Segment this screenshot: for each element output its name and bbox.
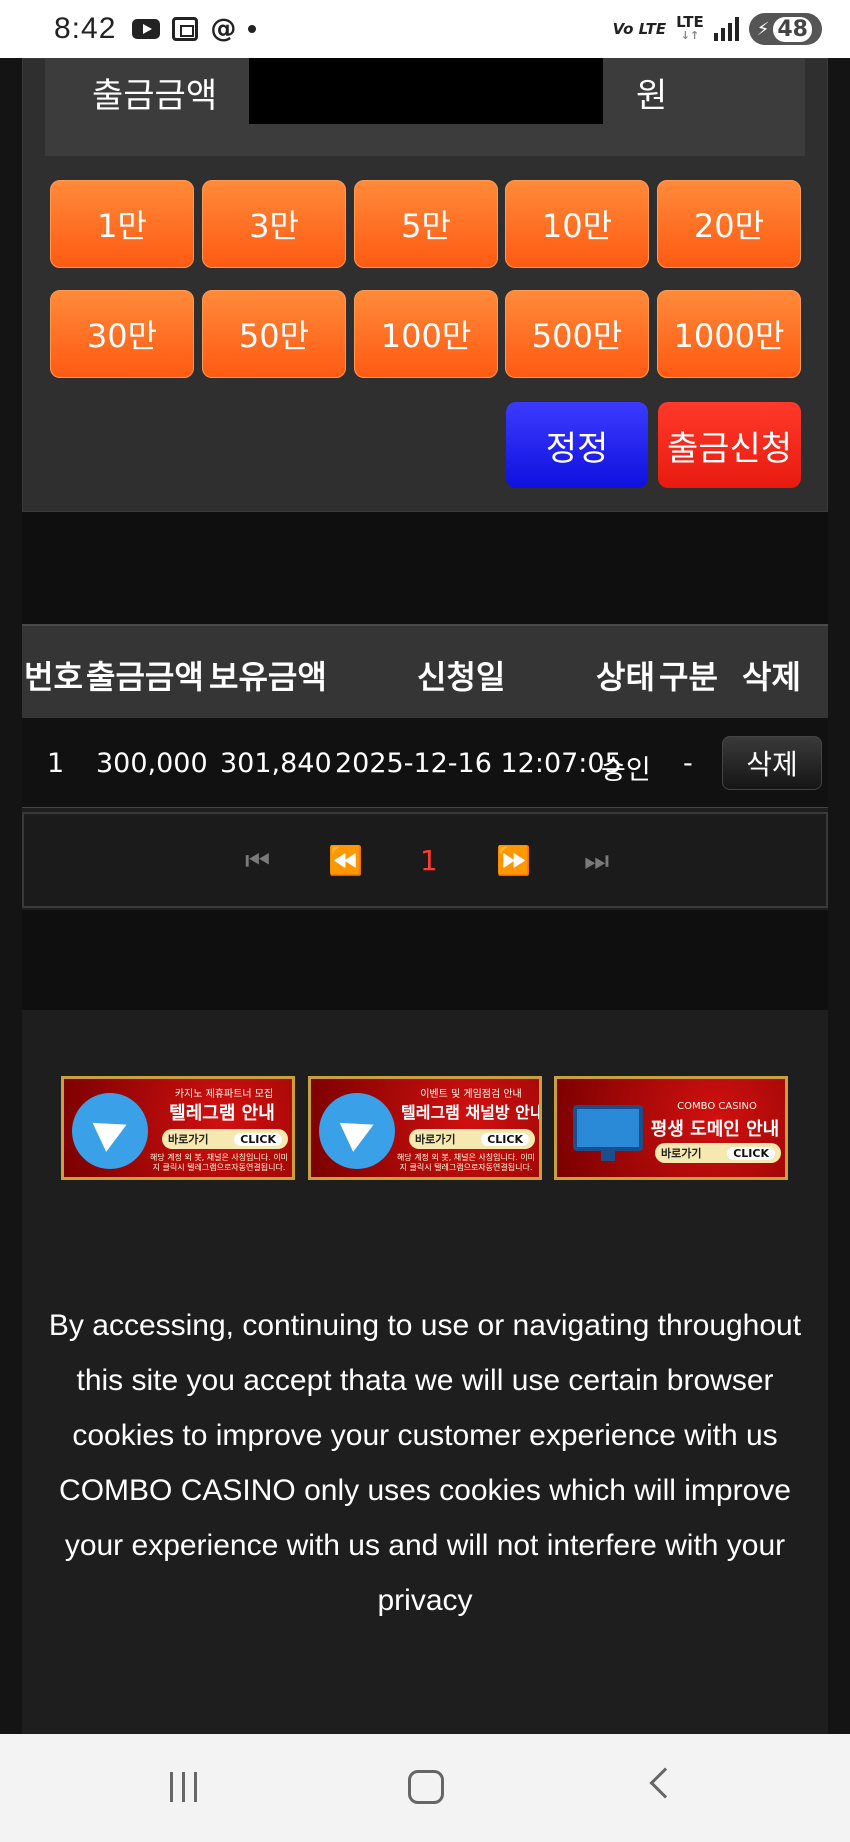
status-system-icons: Vo LTE LTE ↓↑ ⚡ 48 [613, 13, 822, 45]
amount-label: 출금금액 [92, 76, 218, 116]
cell-date: 2025-12-16 12:07:05 [335, 748, 622, 779]
status-bar: 8:42 @ Vo LTE LTE ↓↑ ⚡ 48 [0, 0, 850, 58]
screenshot-icon [172, 17, 199, 41]
cell-status: 승인 [601, 755, 651, 786]
cell-type: - [683, 748, 693, 779]
status-notification-icons: @ [132, 14, 257, 44]
chip-10m-button[interactable]: 1000만 [657, 290, 801, 378]
chip-50k-button[interactable]: 5만 [354, 180, 498, 268]
threads-icon: @ [210, 14, 237, 44]
left-margin [0, 58, 22, 1734]
banner-title: 평생 도메인 안내 [650, 1119, 780, 1140]
dot-icon [248, 25, 257, 33]
domain-banner[interactable]: COMBO CASINO 평생 도메인 안내 바로가기 CLICK [554, 1076, 788, 1180]
youtube-icon [132, 19, 161, 39]
monitor-icon [573, 1105, 643, 1161]
banner-top-text: 이벤트 및 게임점검 안내 [420, 1089, 522, 1100]
banner-go-button: 바로가기 CLICK [655, 1143, 781, 1163]
cell-balance: 301,840 [220, 748, 332, 779]
telegram-partner-banner[interactable]: 카지노 제휴파트너 모집 텔레그램 안내 바로가기 CLICK 해당 계정 외 봇… [61, 1076, 295, 1180]
spacer [22, 910, 828, 1010]
recent-apps-icon[interactable] [170, 1772, 197, 1802]
telegram-icon [72, 1093, 148, 1169]
col-header-date: 신청일 [417, 658, 506, 696]
last-page-icon[interactable]: ⏭ [584, 844, 609, 878]
page-current[interactable]: 1 [420, 844, 438, 877]
banner-go-button: 바로가기 CLICK [409, 1129, 535, 1149]
first-page-icon[interactable]: ⏮ [245, 844, 270, 878]
chip-5m-button[interactable]: 500만 [505, 290, 649, 378]
battery-level: 48 [773, 16, 812, 42]
right-margin [828, 58, 850, 1734]
col-header-no: 번호 [24, 658, 83, 696]
charging-icon: ⚡ [756, 18, 770, 40]
amount-unit: 원 [636, 76, 668, 116]
withdraw-apply-button[interactable]: 출금신청 [658, 402, 801, 488]
telegram-channel-banner[interactable]: 이벤트 및 게임점검 안내 텔레그램 채널방 안내 바로가기 CLICK 해당 계… [308, 1076, 542, 1180]
banner-title: 텔레그램 채널방 안내 [401, 1103, 542, 1122]
next-page-icon[interactable]: ⏩ [496, 844, 531, 877]
chip-1m-button[interactable]: 100만 [354, 290, 498, 378]
col-header-status: 상태 [596, 658, 655, 696]
volte-indicator: Vo LTE [612, 20, 667, 38]
prev-page-icon[interactable]: ⏪ [328, 844, 363, 877]
chip-10k-button[interactable]: 1만 [50, 180, 194, 268]
col-header-amount: 출금금액 [86, 658, 204, 696]
cell-amount: 300,000 [96, 748, 208, 779]
banner-top-text: COMBO CASINO [677, 1101, 757, 1112]
battery-icon: ⚡ 48 [748, 13, 822, 45]
banner-top-text: 카지노 제휴파트너 모집 [174, 1089, 274, 1100]
col-header-delete: 삭제 [742, 658, 801, 696]
cell-no: 1 [47, 748, 65, 779]
chip-300k-button[interactable]: 30만 [50, 290, 194, 378]
banner-bottom-text: 해당 계정 외 봇, 채널은 사칭입니다. 이미지 클릭시 텔레그램으로자동연결… [396, 1153, 536, 1172]
col-header-balance: 보유금액 [209, 658, 327, 696]
chip-30k-button[interactable]: 3만 [202, 180, 346, 268]
cookie-notice: By accessing, continuing to use or navig… [48, 1309, 802, 1617]
col-header-type: 구분 [659, 658, 718, 696]
telegram-icon [319, 1093, 395, 1169]
banner-go-button: 바로가기 CLICK [162, 1129, 288, 1149]
chip-200k-button[interactable]: 20만 [657, 180, 801, 268]
status-time: 8:42 [54, 12, 117, 45]
chip-500k-button[interactable]: 50만 [202, 290, 346, 378]
delete-button[interactable]: 삭제 [722, 736, 822, 790]
lte-indicator: LTE ↓↑ [676, 13, 704, 43]
reset-button[interactable]: 정정 [506, 402, 648, 488]
home-icon[interactable] [408, 1770, 444, 1804]
amount-input[interactable] [249, 58, 603, 124]
banner-bottom-text: 해당 계정 외 봇, 채널은 사칭입니다. 이미지 클릭시 텔레그램으로자동연결… [149, 1153, 289, 1172]
chip-100k-button[interactable]: 10만 [505, 180, 649, 268]
spacer [22, 512, 828, 624]
banner-title: 텔레그램 안내 [169, 1103, 275, 1124]
signal-icon [713, 17, 739, 41]
